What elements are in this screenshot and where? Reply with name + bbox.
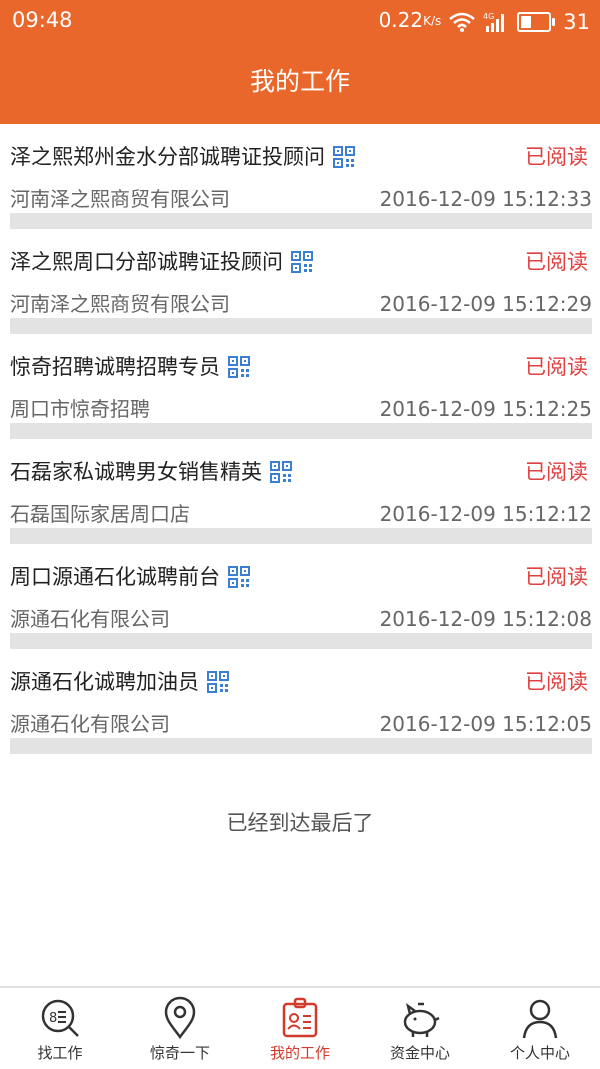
read-status: 已阅读	[525, 565, 588, 589]
job-title: 惊奇招聘诚聘招聘专员	[10, 355, 220, 379]
battery-level: 31	[563, 9, 590, 34]
top-bar: 09:48 0.22K/s 4G 31 我的工作	[0, 0, 600, 124]
divider	[10, 633, 592, 649]
timestamp: 2016-12-09 15:12:33	[379, 187, 592, 211]
tab-my-work[interactable]: 我的工作	[240, 988, 360, 1069]
tab-surprise[interactable]: 惊奇一下	[120, 988, 240, 1069]
read-status: 已阅读	[525, 145, 588, 169]
divider	[10, 423, 592, 439]
page-title: 我的工作	[249, 67, 350, 96]
qr-code-icon[interactable]	[207, 671, 229, 693]
job-title-row: 惊奇招聘诚聘招聘专员	[10, 352, 250, 382]
company-name: 河南泽之熙商贸有限公司	[10, 292, 230, 316]
job-title-row: 周口源通石化诚聘前台	[10, 562, 250, 592]
tab-label: 惊奇一下	[149, 1044, 210, 1062]
timestamp: 2016-12-09 15:12:29	[379, 292, 592, 316]
status-time: 09:48	[12, 8, 73, 32]
search-job-icon: 8	[41, 999, 79, 1037]
job-title: 周口源通石化诚聘前台	[10, 565, 220, 589]
cell-signal-icon: 4G	[483, 12, 505, 32]
network-speed-unit: K/s	[423, 14, 442, 28]
company-name: 河南泽之熙商贸有限公司	[10, 187, 230, 211]
timestamp: 2016-12-09 15:12:25	[379, 397, 592, 421]
tab-label: 找工作	[37, 1044, 83, 1062]
job-title: 泽之熙郑州金水分部诚聘证投顾问	[10, 145, 325, 169]
network-speed-value: 0.22	[378, 8, 424, 32]
piggy-bank-icon	[403, 1002, 440, 1037]
qr-code-icon[interactable]	[228, 356, 250, 378]
read-status: 已阅读	[525, 670, 588, 694]
divider	[10, 213, 592, 229]
tab-find-job[interactable]: 8 找工作	[0, 988, 120, 1069]
network-speed: 0.22K/s	[379, 0, 442, 43]
tab-funds-center[interactable]: 资金中心	[360, 988, 480, 1069]
location-pin-icon	[164, 996, 196, 1040]
read-status: 已阅读	[525, 250, 588, 274]
job-item[interactable]: 石磊家私诚聘男女销售精英 已阅读 石磊国际家居周口店 2016-12-09 15…	[0, 439, 600, 544]
timestamp: 2016-12-09 15:12:05	[379, 712, 592, 736]
divider	[10, 318, 592, 334]
tab-label: 我的工作	[269, 1044, 330, 1062]
id-badge-icon	[282, 997, 318, 1038]
timestamp: 2016-12-09 15:12:12	[379, 502, 592, 526]
read-status: 已阅读	[525, 355, 588, 379]
person-icon	[522, 999, 558, 1039]
tab-personal-center[interactable]: 个人中心	[480, 988, 600, 1069]
timestamp: 2016-12-09 15:12:08	[379, 607, 592, 631]
network-type: 4G	[483, 12, 494, 21]
job-item[interactable]: 惊奇招聘诚聘招聘专员 已阅读 周口市惊奇招聘 2016-12-09 15:12:…	[0, 334, 600, 439]
job-title-row: 泽之熙周口分部诚聘证投顾问	[10, 247, 313, 277]
job-list: 泽之熙郑州金水分部诚聘证投顾问 已阅读 河南泽之熙商贸有限公司 2016-12-…	[0, 124, 600, 754]
job-item[interactable]: 周口源通石化诚聘前台 已阅读 源通石化有限公司 2016-12-09 15:12…	[0, 544, 600, 649]
job-item[interactable]: 泽之熙郑州金水分部诚聘证投顾问 已阅读 河南泽之熙商贸有限公司 2016-12-…	[0, 124, 600, 229]
qr-code-icon[interactable]	[228, 566, 250, 588]
tab-label: 资金中心	[389, 1044, 450, 1062]
bottom-nav: 8 找工作 惊奇一下 我的工作 资金中心 个人中心	[0, 986, 600, 1069]
job-item[interactable]: 泽之熙周口分部诚聘证投顾问 已阅读 河南泽之熙商贸有限公司 2016-12-09…	[0, 229, 600, 334]
wifi-icon	[449, 12, 476, 32]
divider	[10, 738, 592, 754]
job-title: 泽之熙周口分部诚聘证投顾问	[10, 250, 283, 274]
company-name: 周口市惊奇招聘	[10, 397, 150, 421]
status-bar: 09:48 0.22K/s 4G 31	[0, 0, 600, 40]
company-name: 源通石化有限公司	[10, 607, 170, 631]
company-name: 石磊国际家居周口店	[10, 502, 190, 526]
qr-code-icon[interactable]	[291, 251, 313, 273]
svg-text:8: 8	[49, 1011, 57, 1026]
job-title-row: 石磊家私诚聘男女销售精英	[10, 457, 292, 487]
job-title: 源通石化诚聘加油员	[10, 670, 199, 694]
company-name: 源通石化有限公司	[10, 712, 170, 736]
tab-label: 个人中心	[509, 1044, 570, 1062]
qr-code-icon[interactable]	[333, 146, 355, 168]
status-right: 0.22K/s 4G 31	[379, 0, 590, 43]
divider	[10, 528, 592, 544]
end-of-list-text: 已经到达最后了	[226, 811, 374, 835]
job-title: 石磊家私诚聘男女销售精英	[10, 460, 262, 484]
job-title-row: 泽之熙郑州金水分部诚聘证投顾问	[10, 142, 355, 172]
qr-code-icon[interactable]	[270, 461, 292, 483]
job-item[interactable]: 源通石化诚聘加油员 已阅读 源通石化有限公司 2016-12-09 15:12:…	[0, 649, 600, 754]
read-status: 已阅读	[525, 460, 588, 484]
battery-icon	[517, 11, 556, 32]
job-title-row: 源通石化诚聘加油员	[10, 667, 229, 697]
